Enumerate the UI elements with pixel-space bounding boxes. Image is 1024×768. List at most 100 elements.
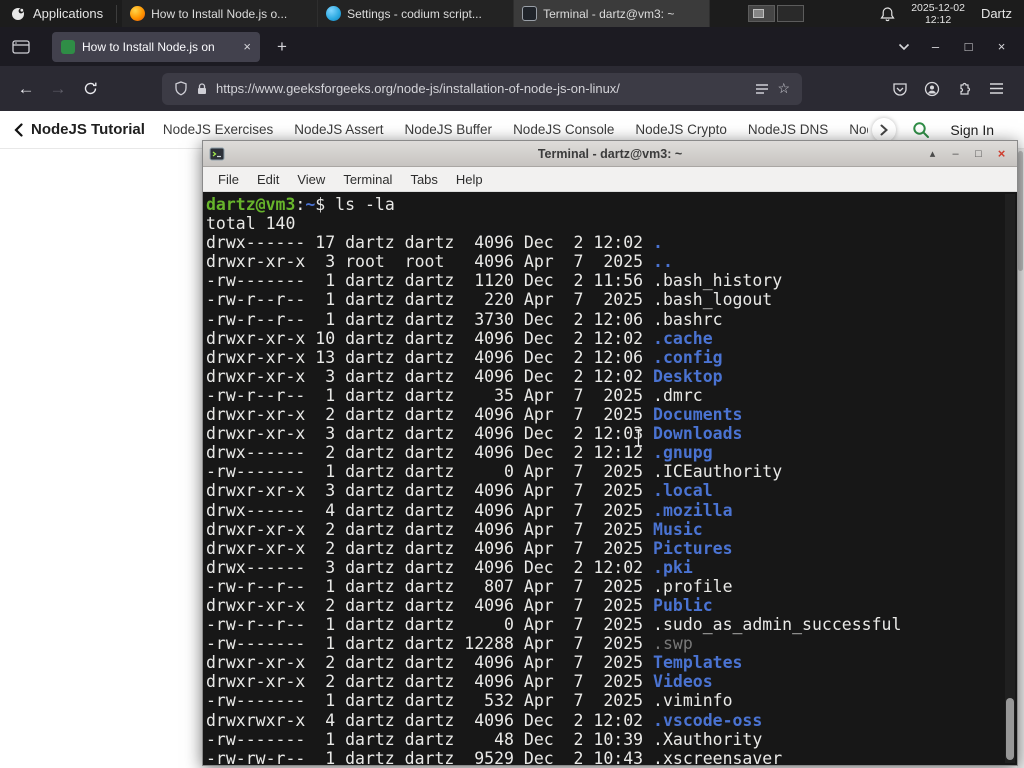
file-name: .swp bbox=[653, 634, 693, 654]
pocket-icon bbox=[893, 82, 907, 96]
taskbar-button[interactable]: How to Install Node.js o... bbox=[122, 0, 319, 27]
file-attributes: drwxr-xr-x 10 dartz dartz 4096 Dec 2 12:… bbox=[206, 328, 654, 348]
file-attributes: drwxrwxr-x 4 dartz dartz 4096 Dec 2 12:0… bbox=[206, 710, 654, 730]
terminal-shade-button[interactable]: ▴ bbox=[923, 145, 942, 163]
firefox-view-icon bbox=[12, 39, 30, 54]
terminal-output-line: -rw------- 1 dartz dartz 1120 Dec 2 11:5… bbox=[206, 271, 1003, 290]
site-nav-link[interactable]: NodeJS Crypto bbox=[635, 122, 727, 137]
terminal-scrollbar[interactable] bbox=[1005, 194, 1015, 763]
clock-time: 12:12 bbox=[924, 13, 952, 26]
site-nav-link[interactable]: NodeJS DNS bbox=[748, 122, 828, 137]
site-nav-title[interactable]: NodeJS Tutorial bbox=[31, 121, 145, 138]
terminal-output-line: drwxr-xr-x 13 dartz dartz 4096 Dec 2 12:… bbox=[206, 348, 1003, 367]
back-button[interactable]: ← bbox=[10, 73, 42, 105]
terminal-screen[interactable]: dartz@vm3:~$ ls -la total 140 drwx------… bbox=[203, 192, 1017, 765]
prompt-symbol: $ bbox=[315, 195, 326, 214]
page-scrollbar-thumb[interactable] bbox=[1018, 151, 1023, 271]
file-name: .viminfo bbox=[653, 691, 733, 711]
site-nav-link[interactable]: NodeJS Exercises bbox=[163, 122, 273, 137]
terminal-menu-item[interactable]: Tabs bbox=[401, 172, 446, 187]
applications-menu[interactable]: Applications bbox=[0, 0, 113, 27]
url-text[interactable]: https://www.geeksforgeeks.org/node-js/in… bbox=[216, 81, 747, 96]
file-name: .config bbox=[653, 347, 723, 367]
menu-icon bbox=[989, 83, 1003, 94]
codium-icon bbox=[326, 6, 342, 21]
scroll-left-icon[interactable] bbox=[14, 122, 23, 137]
bookmark-star-icon[interactable]: ☆ bbox=[777, 80, 790, 97]
taskbar-button[interactable]: Terminal - dartz@vm3: ~ bbox=[514, 0, 711, 27]
url-bar[interactable]: https://www.geeksforgeeks.org/node-js/in… bbox=[162, 72, 802, 105]
terminal-titlebar[interactable]: Terminal - dartz@vm3: ~ ▴ – □ × bbox=[203, 141, 1017, 167]
terminal-scrollbar-thumb[interactable] bbox=[1006, 698, 1014, 760]
file-name: Desktop bbox=[653, 366, 723, 386]
window-close-button[interactable]: × bbox=[985, 32, 1018, 62]
file-attributes: drwx------ 3 dartz dartz 4096 Dec 2 12:0… bbox=[206, 557, 654, 577]
scroll-right-button[interactable] bbox=[872, 117, 897, 142]
site-nav-link[interactable]: NodeJS Console bbox=[513, 122, 614, 137]
file-attributes: drwxr-xr-x 13 dartz dartz 4096 Dec 2 12:… bbox=[206, 347, 654, 367]
browser-tab[interactable]: How to Install Node.js on × bbox=[52, 31, 260, 62]
terminal-menu-item[interactable]: File bbox=[209, 172, 248, 187]
taskbar-button-label: Terminal - dartz@vm3: ~ bbox=[543, 6, 675, 21]
workspace-switcher[interactable] bbox=[748, 5, 805, 22]
page-scrollbar[interactable] bbox=[1017, 149, 1024, 768]
new-tab-button[interactable]: + bbox=[268, 33, 296, 61]
site-nav-link[interactable]: NodeJS Assert bbox=[294, 122, 383, 137]
terminal-menu-item[interactable]: Terminal bbox=[334, 172, 401, 187]
terminal-window: Terminal - dartz@vm3: ~ ▴ – □ × File Edit… bbox=[202, 140, 1018, 766]
reload-button[interactable] bbox=[74, 73, 106, 105]
firefox-view-button[interactable] bbox=[6, 32, 36, 62]
notifications-icon[interactable] bbox=[880, 6, 895, 22]
clock-date: 2025-12-02 bbox=[911, 1, 965, 14]
file-attributes: drwxr-xr-x 2 dartz dartz 4096 Apr 7 2025 bbox=[206, 653, 654, 673]
site-nav-link[interactable]: NodeJS Buffer bbox=[405, 122, 493, 137]
file-name: .bash_logout bbox=[653, 290, 773, 310]
terminal-minimize-button[interactable]: – bbox=[946, 145, 965, 163]
panel-separator bbox=[116, 4, 119, 23]
forward-button[interactable]: → bbox=[42, 73, 74, 105]
terminal-output-line: -rw-r--r-- 1 dartz dartz 0 Apr 7 2025 .s… bbox=[206, 615, 1003, 634]
workspace-1[interactable] bbox=[748, 5, 776, 22]
terminal-output-line: -rw-r--r-- 1 dartz dartz 35 Apr 7 2025 .… bbox=[206, 386, 1003, 405]
file-name: .mozilla bbox=[653, 500, 733, 520]
file-attributes: drwxr-xr-x 3 dartz dartz 4096 Apr 7 2025 bbox=[206, 481, 654, 501]
terminal-window-title: Terminal - dartz@vm3: ~ bbox=[537, 146, 683, 161]
panel-status-area: 2025-12-02 12:12 Dartz bbox=[880, 2, 1024, 26]
file-name: Music bbox=[653, 519, 703, 539]
terminal-maximize-button[interactable]: □ bbox=[969, 145, 988, 163]
search-icon[interactable] bbox=[912, 121, 930, 139]
file-name: Templates bbox=[653, 653, 743, 673]
pocket-button[interactable] bbox=[884, 73, 916, 105]
taskbar-button[interactable]: Settings - codium script... bbox=[318, 0, 515, 27]
clock[interactable]: 2025-12-02 12:12 bbox=[911, 2, 965, 26]
extensions-icon bbox=[960, 82, 971, 95]
file-attributes: drwx------ 4 dartz dartz 4096 Apr 7 2025 bbox=[206, 500, 654, 520]
site-nav-link[interactable]: Node bbox=[849, 122, 868, 137]
terminal-output-line: -rw------- 1 dartz dartz 48 Dec 2 10:39 … bbox=[206, 730, 1003, 749]
terminal-menu-item[interactable]: Edit bbox=[248, 172, 288, 187]
reader-view-icon[interactable] bbox=[755, 83, 769, 95]
terminal-output-line: -rw-r--r-- 1 dartz dartz 220 Apr 7 2025 … bbox=[206, 290, 1003, 309]
tracking-protection-icon[interactable] bbox=[174, 81, 188, 96]
extensions-button[interactable] bbox=[948, 73, 980, 105]
navigation-toolbar: ← → https://www.geeksforgeeks.org/node-j… bbox=[0, 66, 1024, 111]
list-all-tabs-button[interactable] bbox=[889, 32, 919, 62]
file-name: Videos bbox=[653, 672, 713, 692]
app-menu-button[interactable] bbox=[980, 73, 1012, 105]
terminal-close-button[interactable]: × bbox=[992, 145, 1011, 163]
window-maximize-button[interactable]: □ bbox=[952, 32, 985, 62]
account-button[interactable] bbox=[916, 73, 948, 105]
terminal-menu-item[interactable]: Help bbox=[447, 172, 492, 187]
workspace-2[interactable] bbox=[777, 5, 805, 22]
lock-icon[interactable] bbox=[196, 82, 208, 96]
terminal-output-line: drwxr-xr-x 2 dartz dartz 4096 Apr 7 2025… bbox=[206, 596, 1003, 615]
file-attributes: -rw-r--r-- 1 dartz dartz 220 Apr 7 2025 bbox=[206, 290, 654, 310]
site-nav-links: NodeJS Exercises NodeJS Assert NodeJS Buff… bbox=[163, 122, 869, 137]
sign-in-button[interactable]: Sign In bbox=[950, 122, 994, 138]
terminal-menu-item[interactable]: View bbox=[288, 172, 334, 187]
window-minimize-button[interactable]: – bbox=[919, 32, 952, 62]
tab-close-button[interactable]: × bbox=[243, 39, 251, 54]
terminal-output-line: -rw------- 1 dartz dartz 0 Apr 7 2025 .I… bbox=[206, 462, 1003, 481]
prompt-path: ~ bbox=[305, 195, 316, 214]
terminal-output-line: drwx------ 2 dartz dartz 4096 Dec 2 12:1… bbox=[206, 443, 1003, 462]
